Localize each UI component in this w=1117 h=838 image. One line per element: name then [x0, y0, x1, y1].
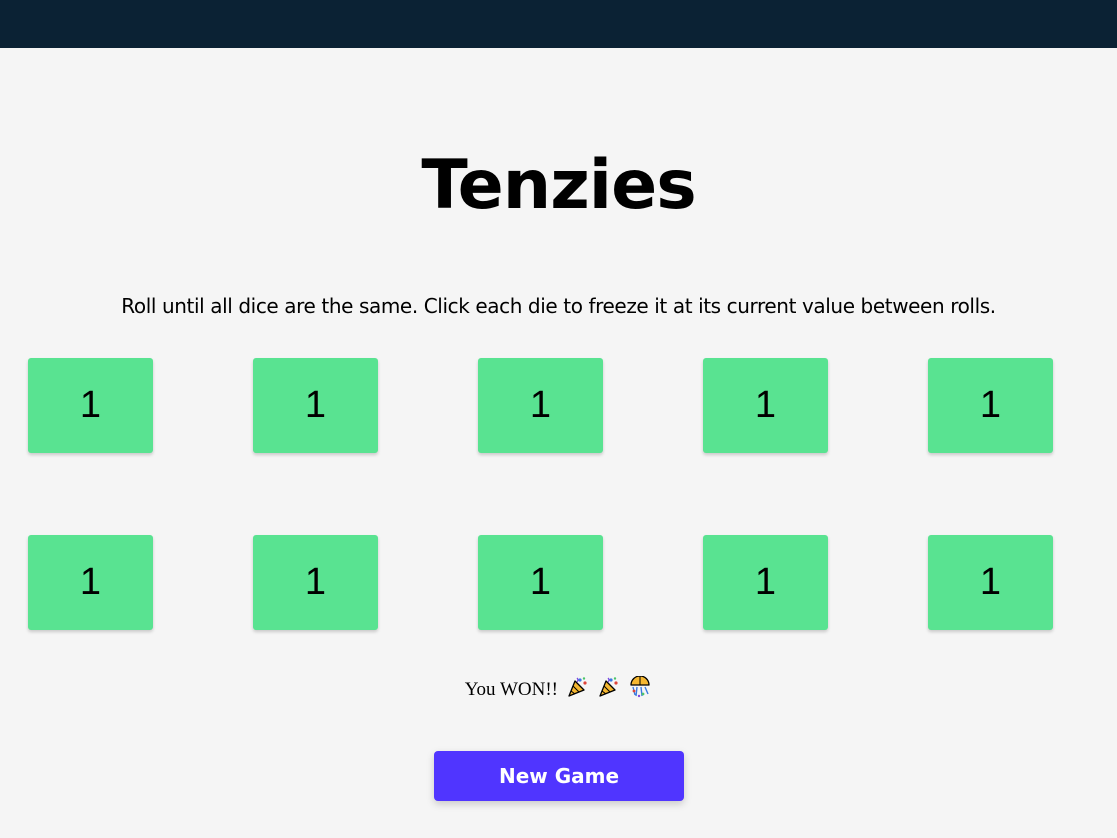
- dice-grid: 1 1 1 1 1 1 1 1 1 1: [28, 358, 1054, 630]
- win-message: You WON!!: [0, 675, 1117, 707]
- instructions-text: Roll until all dice are the same. Click …: [121, 294, 996, 318]
- die[interactable]: 1: [253, 535, 378, 630]
- new-game-button[interactable]: New Game: [434, 751, 684, 801]
- die[interactable]: 1: [928, 358, 1053, 453]
- win-text: You WON!!: [464, 679, 558, 700]
- party-popper-icon: [567, 676, 589, 707]
- die[interactable]: 1: [703, 535, 828, 630]
- die[interactable]: 1: [28, 535, 153, 630]
- confetti-ball-icon: [628, 675, 652, 707]
- top-bar: [0, 0, 1117, 48]
- party-popper-icon: [598, 676, 620, 707]
- page-title: Tenzies: [421, 146, 696, 225]
- die[interactable]: 1: [478, 358, 603, 453]
- die[interactable]: 1: [28, 358, 153, 453]
- die[interactable]: 1: [928, 535, 1053, 630]
- die[interactable]: 1: [478, 535, 603, 630]
- die[interactable]: 1: [703, 358, 828, 453]
- die[interactable]: 1: [253, 358, 378, 453]
